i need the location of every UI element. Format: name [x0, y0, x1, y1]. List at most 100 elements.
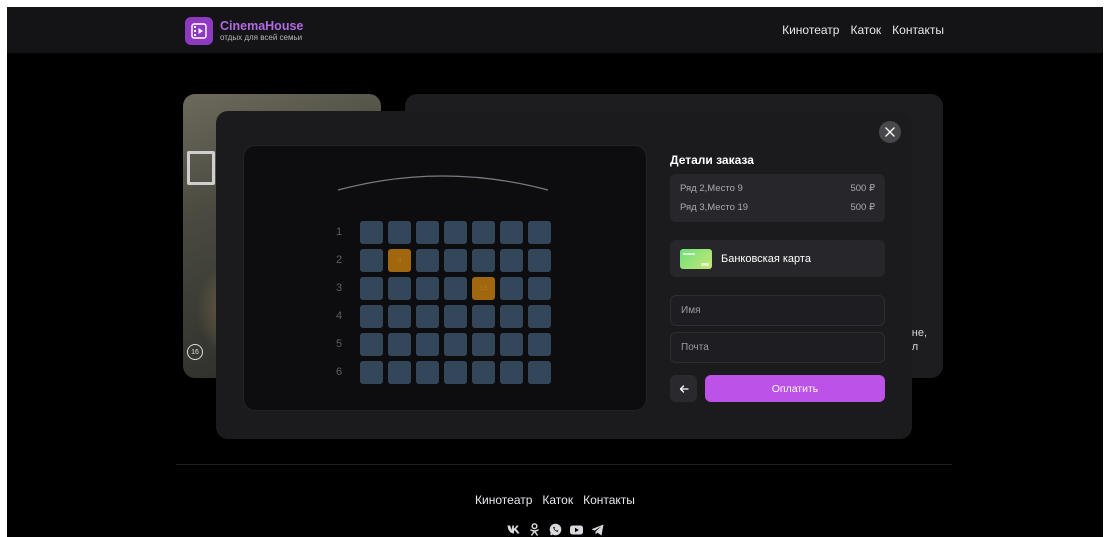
seat[interactable]	[388, 304, 411, 328]
seat[interactable]	[472, 220, 495, 244]
footer-divider	[176, 464, 952, 465]
name-field[interactable]	[670, 295, 885, 326]
telegram-icon[interactable]	[591, 523, 604, 536]
order-details-title: Детали заказа	[670, 153, 754, 167]
seat-row: 6	[336, 358, 551, 386]
row-number: 1	[336, 226, 343, 238]
seat[interactable]	[528, 332, 551, 356]
seat-row: 4	[336, 302, 551, 330]
seat[interactable]	[416, 304, 439, 328]
seat[interactable]	[500, 332, 523, 356]
seat-map: 1 2 9 3 19 4 5 6	[243, 145, 647, 411]
seat[interactable]	[500, 360, 523, 384]
seat[interactable]	[528, 220, 551, 244]
seat-row: 29	[336, 246, 551, 274]
payment-method-card[interactable]: Банковская карта	[670, 240, 885, 277]
seat[interactable]	[416, 220, 439, 244]
page: CinemaHouse отдых для всей семьи Кинотеа…	[7, 7, 1103, 537]
ok-icon[interactable]	[528, 523, 541, 536]
payment-method-label: Банковская карта	[721, 252, 811, 265]
seat[interactable]	[472, 360, 495, 384]
seat-row: 5	[336, 330, 551, 358]
whatsapp-icon[interactable]	[549, 523, 562, 536]
footer-nav-cinema[interactable]: Кинотеатр	[475, 493, 532, 507]
screen-arc	[337, 175, 549, 191]
poster-logo	[187, 151, 215, 185]
seat[interactable]	[388, 220, 411, 244]
seat[interactable]	[472, 304, 495, 328]
age-rating-badge: 16	[187, 344, 203, 360]
arrow-left-icon	[679, 384, 689, 393]
row-number: 6	[336, 366, 343, 378]
order-line-price: 500 ₽	[850, 202, 875, 213]
seat[interactable]	[416, 360, 439, 384]
seat[interactable]	[472, 248, 495, 272]
seat[interactable]	[360, 248, 383, 272]
seat[interactable]	[416, 332, 439, 356]
brand-name: CinemaHouse	[220, 18, 304, 33]
nav-cinema[interactable]: Кинотеатр	[782, 23, 839, 37]
back-button[interactable]	[670, 375, 697, 402]
seat[interactable]	[444, 248, 467, 272]
order-line-price: 500 ₽	[850, 183, 875, 194]
seat[interactable]	[360, 276, 383, 300]
vk-icon[interactable]	[507, 523, 520, 536]
seat-selected[interactable]: 19	[472, 276, 495, 300]
pay-button[interactable]: Оплатить	[705, 375, 885, 402]
logo[interactable]: CinemaHouse отдых для всей семьи	[185, 17, 303, 45]
seat[interactable]	[416, 276, 439, 300]
email-field[interactable]	[670, 332, 885, 363]
seat-row: 1	[336, 218, 551, 246]
close-button[interactable]	[879, 121, 901, 143]
seat-selected[interactable]: 9	[388, 248, 411, 272]
seat[interactable]	[500, 248, 523, 272]
social-links	[7, 523, 1103, 536]
nav-contacts[interactable]: Контакты	[892, 23, 944, 37]
bank-card-icon	[680, 248, 712, 269]
row-number: 5	[336, 338, 343, 350]
seat[interactable]	[444, 332, 467, 356]
order-summary: Ряд 2,Место 9 500 ₽ Ряд 3,Место 19 500 ₽	[670, 174, 885, 222]
film-icon	[185, 17, 213, 45]
seat[interactable]	[528, 248, 551, 272]
brand-tagline: отдых для всей семьи	[220, 33, 303, 43]
order-line-label: Ряд 2,Место 9	[680, 183, 743, 194]
row-number: 3	[336, 282, 343, 294]
seat[interactable]	[444, 276, 467, 300]
seat[interactable]	[444, 220, 467, 244]
seat[interactable]	[416, 248, 439, 272]
nav-rink[interactable]: Каток	[850, 23, 881, 37]
seat[interactable]	[360, 332, 383, 356]
row-number: 2	[336, 254, 343, 266]
footer-nav-contacts[interactable]: Контакты	[583, 493, 635, 507]
footer-nav: Кинотеатр Каток Контакты	[7, 493, 1103, 507]
order-line: Ряд 2,Место 9 500 ₽	[680, 183, 875, 194]
booking-modal: 1 2 9 3 19 4 5 6 Детали заказа Ряд 2,Место 9 50…	[216, 111, 912, 439]
info-peek-line: не,	[911, 327, 927, 339]
seat[interactable]	[528, 304, 551, 328]
order-line-label: Ряд 3,Место 19	[680, 202, 749, 213]
youtube-icon[interactable]	[569, 523, 583, 536]
seat[interactable]	[388, 276, 411, 300]
site-header: CinemaHouse отдых для всей семьи Кинотеа…	[7, 7, 1103, 53]
seat[interactable]	[500, 220, 523, 244]
seat[interactable]	[500, 304, 523, 328]
seat[interactable]	[360, 220, 383, 244]
footer-nav-rink[interactable]: Каток	[542, 493, 573, 507]
main-nav: Кинотеатр Каток Контакты	[782, 23, 944, 37]
seat[interactable]	[360, 304, 383, 328]
seat-rows: 1 2 9 3 19 4 5 6	[336, 218, 551, 386]
seat[interactable]	[444, 360, 467, 384]
seat[interactable]	[500, 276, 523, 300]
seat[interactable]	[472, 332, 495, 356]
seat[interactable]	[360, 360, 383, 384]
info-peek-line: л	[911, 341, 919, 353]
seat[interactable]	[388, 360, 411, 384]
seat-row: 3 19	[336, 274, 551, 302]
seat[interactable]	[444, 304, 467, 328]
close-icon	[885, 127, 895, 137]
seat[interactable]	[388, 332, 411, 356]
row-number: 4	[336, 310, 343, 322]
seat[interactable]	[528, 360, 551, 384]
seat[interactable]	[528, 276, 551, 300]
